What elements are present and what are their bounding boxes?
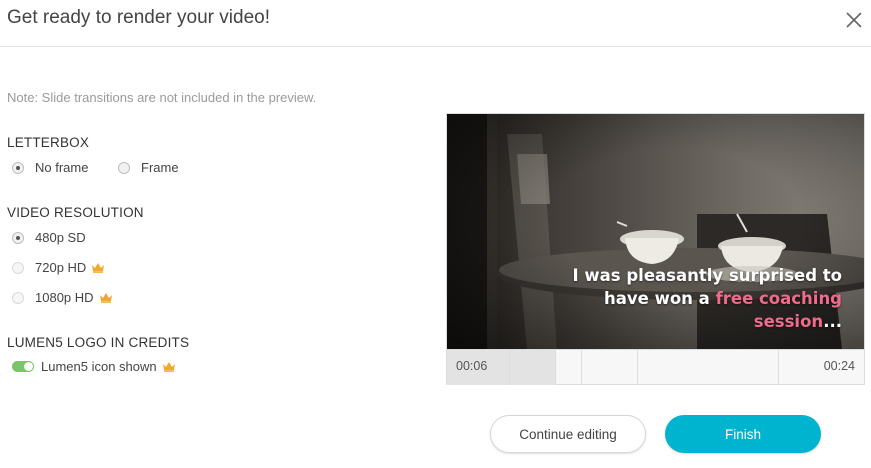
option-label: 1080p HD bbox=[35, 290, 94, 305]
radio-480p[interactable] bbox=[12, 231, 24, 244]
finish-button[interactable]: Finish bbox=[665, 415, 821, 453]
letterbox-option-frame[interactable]: Frame bbox=[118, 160, 179, 175]
caption-highlight: free coaching bbox=[715, 289, 842, 308]
resolution-label: VIDEO RESOLUTION bbox=[7, 205, 144, 220]
radio-1080p[interactable] bbox=[12, 291, 24, 304]
letterbox-label: LETTERBOX bbox=[7, 135, 90, 150]
caption-line-2: have won a free coaching bbox=[542, 287, 842, 310]
option-label: Frame bbox=[141, 160, 179, 175]
preview-note: Note: Slide transitions are not included… bbox=[7, 90, 317, 105]
time-total: 00:24 bbox=[823, 359, 855, 373]
logo-toggle[interactable] bbox=[12, 361, 34, 372]
time-current: 00:06 bbox=[456, 359, 488, 373]
close-icon[interactable] bbox=[843, 9, 865, 31]
crown-icon bbox=[162, 361, 176, 372]
video-preview[interactable]: I was pleasantly surprised to have won a… bbox=[446, 113, 865, 385]
letterbox-option-no-frame[interactable]: No frame bbox=[12, 160, 88, 175]
crown-icon bbox=[99, 292, 113, 303]
option-label: No frame bbox=[35, 160, 89, 175]
radio-frame[interactable] bbox=[118, 161, 130, 174]
preview-caption: I was pleasantly surprised to have won a… bbox=[542, 264, 842, 333]
timeline-segment[interactable] bbox=[509, 350, 510, 385]
toggle-label: Lumen5 icon shown bbox=[41, 359, 157, 374]
caption-line-1: I was pleasantly surprised to bbox=[572, 266, 842, 285]
radio-no-frame[interactable] bbox=[12, 161, 24, 174]
logo-credits-toggle-row[interactable]: Lumen5 icon shown bbox=[12, 359, 176, 374]
dialog-title: Get ready to render your video! bbox=[7, 7, 270, 28]
caption-line-3: session... bbox=[542, 310, 842, 333]
dialog-header: Get ready to render your video! bbox=[0, 0, 871, 47]
timeline[interactable]: 00:06 00:24 bbox=[447, 349, 864, 385]
resolution-option-720p[interactable]: 720p HD bbox=[12, 260, 105, 275]
option-label: 720p HD bbox=[35, 260, 87, 275]
resolution-option-1080p[interactable]: 1080p HD bbox=[12, 290, 113, 305]
caption-text: have won a bbox=[604, 289, 716, 308]
radio-720p[interactable] bbox=[12, 261, 24, 274]
timeline-segment[interactable] bbox=[778, 350, 779, 385]
resolution-option-480p[interactable]: 480p SD bbox=[12, 230, 86, 245]
timeline-segment[interactable] bbox=[555, 350, 556, 385]
timeline-segment[interactable] bbox=[581, 350, 582, 385]
caption-highlight-end: session bbox=[753, 312, 824, 331]
option-label: 480p SD bbox=[35, 230, 86, 245]
caption-ellipsis: ... bbox=[823, 312, 842, 331]
continue-editing-button[interactable]: Continue editing bbox=[490, 415, 646, 453]
crown-icon bbox=[91, 262, 105, 273]
timeline-segment[interactable] bbox=[637, 350, 638, 385]
logo-credits-label: LUMEN5 LOGO IN CREDITS bbox=[7, 335, 190, 350]
